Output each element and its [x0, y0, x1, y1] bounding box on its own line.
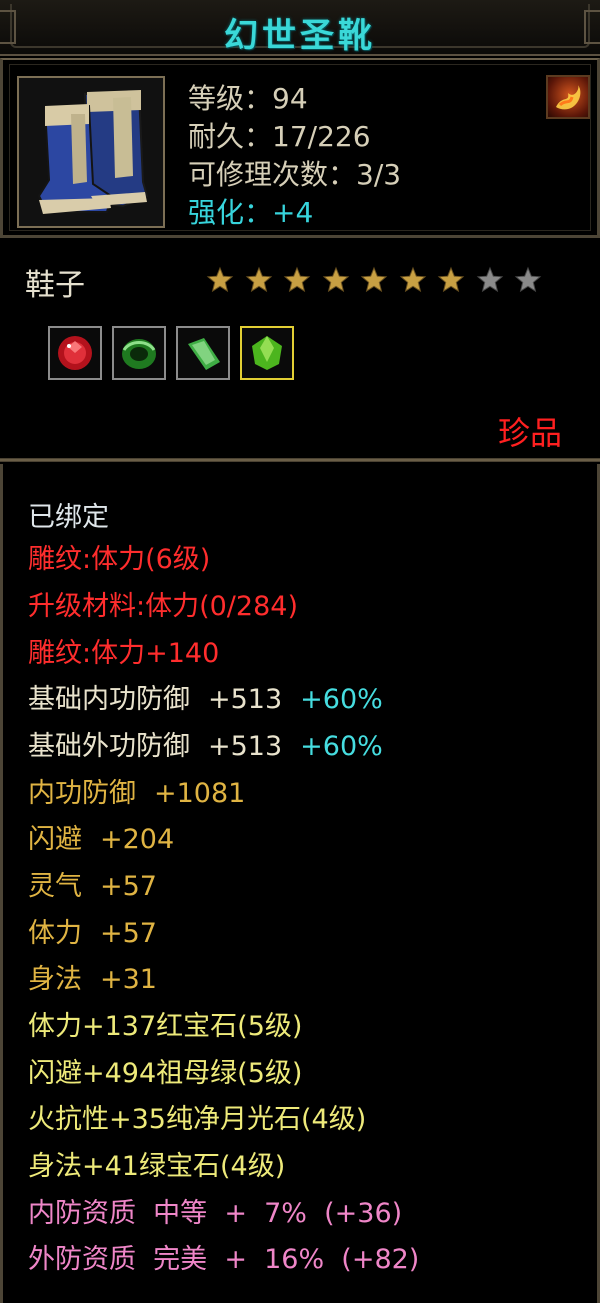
gem-slot-3[interactable] [176, 326, 230, 380]
star-filled-shape [360, 266, 388, 293]
spirit-row: 灵气 +57 [28, 869, 157, 905]
star-filled-shape [206, 266, 234, 293]
gem-slot-1[interactable] [48, 326, 102, 380]
star-filled-icon [283, 264, 322, 296]
item-name-title: 幻世圣靴 [224, 16, 376, 56]
star-filled-icon [360, 264, 399, 296]
green-cut-gem-icon [252, 336, 282, 370]
star-empty-icon [514, 264, 553, 296]
stat-durability: 耐久：17/226 [188, 120, 371, 153]
attr-label: 体力 [28, 918, 82, 949]
attr-value: +513 [208, 731, 283, 762]
item-summary-section: 鞋子 珍品 [0, 240, 600, 462]
star-filled-shape [399, 266, 426, 293]
star-polygon [399, 266, 426, 293]
star-filled-shape [322, 266, 349, 293]
attr-label: 身法 [28, 964, 82, 995]
rarity-label: 珍品 [498, 414, 563, 452]
title-bar: 幻世圣靴 [0, 0, 600, 56]
inner-defense-row: 内功防御 +1081 [28, 776, 245, 812]
gem-bonus-ruby: 体力+137红宝石(5级) [28, 1011, 303, 1042]
star-polygon [514, 266, 542, 293]
star-polygon [360, 266, 388, 293]
star-empty-shape [476, 266, 503, 293]
attr-percent: +60% [300, 731, 383, 762]
carving-bonus: 雕纹:体力+140 [28, 638, 220, 669]
flame-glyph-icon [556, 85, 581, 110]
star-polygon [283, 266, 311, 293]
item-type-label: 鞋子 [25, 268, 85, 303]
star-filled-icon [437, 264, 476, 296]
gem-bonus-green-gem: 身法+41绿宝石(4级) [28, 1151, 286, 1182]
upgrade-material: 升级材料:体力(0/284) [28, 591, 298, 622]
gem-bonus-moonstone: 火抗性+35纯净月光石(4级) [28, 1104, 367, 1135]
attribute-panel: 已绑定 雕纹:体力(6级) 升级材料:体力(0/284) 雕纹:体力+140 基… [0, 464, 600, 1303]
item-icon-frame[interactable] [17, 76, 165, 228]
base-inner-defense-row: 基础内功防御 +513 +60% [28, 682, 383, 718]
gem-bonus-emerald: 闪避+494祖母绿(5级) [28, 1058, 303, 1089]
star-polygon [245, 266, 272, 293]
star-filled-icon [399, 264, 438, 296]
gem-slots [48, 326, 304, 380]
flame-school-icon [546, 75, 590, 119]
star-empty-icon [476, 264, 515, 296]
attr-label: 基础外功防御 [28, 731, 190, 762]
gem-slot-4[interactable] [240, 326, 294, 380]
star-filled-icon [322, 264, 361, 296]
star-polygon [476, 266, 503, 293]
star-empty-shape [514, 266, 542, 293]
star-polygon [206, 266, 234, 293]
attr-label: 内功防御 [28, 778, 136, 809]
attr-label: 闪避 [28, 824, 82, 855]
green-crystal-gem-icon [188, 338, 220, 370]
attr-percent: +60% [300, 684, 383, 715]
star-rating [206, 264, 553, 296]
inner-defense-quality: 内防资质 中等 + 7% (+36) [28, 1198, 403, 1229]
section-divider [0, 458, 600, 462]
base-outer-defense-row: 基础外功防御 +513 +60% [28, 729, 383, 765]
item-header-panel: 等级：94 耐久：17/226 可修理次数：3/3 强化：+4 [0, 58, 600, 238]
star-filled-icon [206, 264, 245, 296]
red-ruby-gem-icon [58, 336, 92, 370]
bound-status: 已绑定 [28, 502, 109, 533]
star-filled-icon [245, 264, 284, 296]
attr-value: +513 [208, 684, 283, 715]
star-filled-shape [283, 266, 311, 293]
star-polygon [437, 266, 465, 293]
stat-level: 等级：94 [188, 82, 308, 115]
attr-label: 基础内功防御 [28, 684, 190, 715]
attr-value: +1081 [154, 778, 246, 809]
attr-value: +204 [100, 824, 175, 855]
star-filled-shape [437, 266, 465, 293]
dodge-row: 闪避 +204 [28, 822, 174, 858]
blue-boots-icon [37, 90, 149, 214]
outer-defense-quality: 外防资质 完美 + 16% (+82) [28, 1244, 420, 1275]
attr-value: +57 [100, 918, 157, 949]
star-filled-shape [245, 266, 272, 293]
agility-row: 身法 +31 [28, 962, 157, 998]
carving-level: 雕纹:体力(6级) [28, 544, 211, 575]
gem-slot-2[interactable] [112, 326, 166, 380]
attr-value: +31 [100, 964, 157, 995]
stat-repair-count: 可修理次数：3/3 [188, 158, 402, 191]
green-emerald-ring-gem-icon [122, 339, 156, 369]
star-polygon [322, 266, 349, 293]
stat-enhance: 强化：+4 [188, 196, 314, 229]
stamina-row: 体力 +57 [28, 916, 157, 952]
attr-value: +57 [100, 871, 157, 902]
attr-label: 灵气 [28, 871, 82, 902]
